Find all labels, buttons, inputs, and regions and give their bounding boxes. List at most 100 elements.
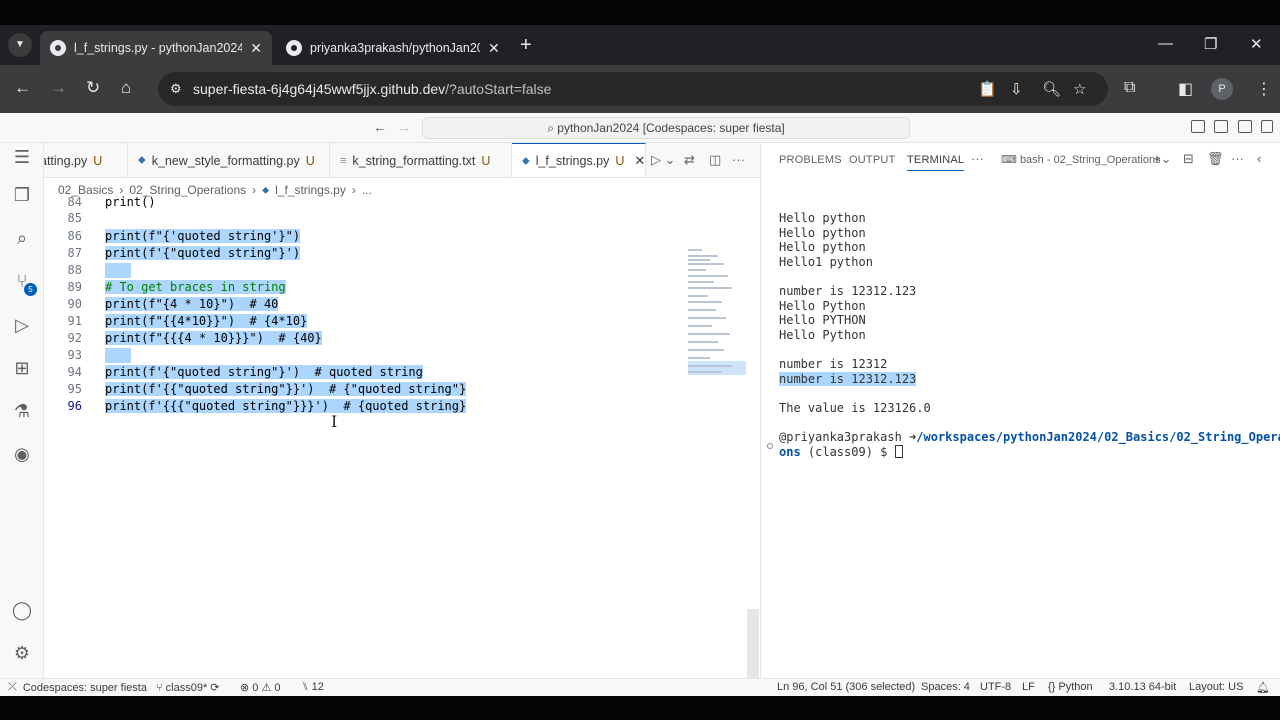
branch-icon: ⑂ [156, 682, 166, 694]
browser-tab[interactable]: priyanka3prakash/pythonJan20 ✕ [276, 31, 512, 65]
editor-tab-label: k_string_formatting.txt [352, 153, 476, 168]
breadcrumb-item[interactable]: l_f_strings.py [275, 183, 346, 197]
browser-tab-active[interactable]: l_f_strings.py - pythonJan2024 | ✕ [40, 31, 272, 65]
branch-indicator[interactable]: ⑂ class09* ⟳ [156, 681, 220, 694]
terminal-line: Hello python [779, 226, 866, 240]
terminal-icon: ⌨ [1001, 154, 1020, 166]
encoding[interactable]: UTF-8 [980, 681, 1011, 693]
search-icon[interactable]: ⌕ [10, 226, 34, 250]
restore-icon[interactable]: ❐ [1204, 35, 1217, 53]
more-views-icon[interactable]: ··· [971, 151, 984, 166]
run-file-icon[interactable]: ▷ ⌄ [651, 152, 676, 168]
code-line-selected [105, 263, 131, 278]
minimap-line [688, 249, 702, 251]
close-tab-icon[interactable]: ✕ [488, 40, 500, 57]
site-info-icon[interactable]: ⚙ [170, 81, 182, 97]
untracked-badge: U [93, 153, 103, 168]
zoom-icon[interactable]: 🔍︎ [1042, 80, 1061, 98]
language-mode[interactable]: {} Python [1048, 681, 1093, 693]
line-number: 86 [67, 229, 82, 243]
more-menu-icon[interactable]: ⋮ [1256, 79, 1272, 99]
command-center[interactable]: ⌕ pythonJan2024 [Codespaces: super fiest… [422, 117, 910, 139]
address-bar[interactable]: ⚙ super-fiesta-6j4g64j45wwf5jjx.github.d… [158, 72, 1108, 106]
forward-icon[interactable]: → [50, 78, 67, 98]
url-text[interactable]: super-fiesta-6j4g64j45wwf5jjx.github.dev… [193, 81, 551, 97]
install-app-icon[interactable]: ⇩ [1010, 80, 1023, 98]
tab-search-button[interactable]: ▼ [8, 33, 32, 57]
terminal-tab[interactable]: ⌨ bash - 02_String_Operations [1001, 153, 1161, 166]
github-icon[interactable]: ◉ [10, 442, 34, 466]
code-line-selected: print(f'{{"quoted string"}}') # {"quoted… [105, 382, 467, 396]
notifications-bell-icon[interactable]: 🔔︎ [1256, 681, 1270, 694]
keyboard-layout[interactable]: Layout: US [1189, 681, 1243, 693]
accounts-icon[interactable]: ◯ [10, 598, 34, 622]
extensions-icon[interactable]: ⧉ [1124, 79, 1135, 97]
ports-count: 12 [311, 681, 324, 693]
editor-tab[interactable]: atting.py U [44, 143, 128, 177]
toggle-secondary-sidebar-icon[interactable] [1238, 120, 1252, 133]
close-tab-icon[interactable]: ✕ [250, 40, 262, 57]
end-of-line[interactable]: LF [1022, 681, 1035, 693]
command-decoration-icon[interactable] [767, 443, 773, 449]
line-number: 87 [67, 246, 82, 260]
close-window-icon[interactable]: ✕ [1250, 35, 1263, 53]
settings-gear-icon[interactable]: ⚙ [10, 641, 34, 665]
minimize-icon[interactable]: — [1158, 35, 1173, 52]
new-terminal-icon[interactable]: +⌄ [1153, 151, 1171, 167]
terminal-panel: PROBLEMS OUTPUT TERMINAL ··· ⌨ bash - 02… [760, 143, 1280, 678]
editor-tab-active[interactable]: ⬥ l_f_strings.py U ✕ [512, 143, 646, 177]
problems-indicator[interactable]: ⊗ 0 ⚠ 0 [240, 681, 281, 694]
side-panel-icon[interactable]: ◧ [1178, 79, 1193, 99]
new-tab-button[interactable]: + [520, 35, 532, 55]
more-actions-icon[interactable]: ··· [1231, 151, 1244, 166]
compare-changes-icon[interactable]: ⇄ [684, 152, 695, 168]
nav-forward-icon[interactable]: → [397, 119, 411, 135]
tab-terminal[interactable]: TERMINAL [907, 154, 965, 171]
profile-avatar[interactable]: P [1211, 78, 1233, 100]
minimap-line [688, 259, 710, 261]
python-file-icon: ⬥ [262, 184, 270, 196]
breadcrumb-item[interactable]: ... [362, 183, 372, 197]
code-editor[interactable]: 84 85 86 87 88 89 90 91 92 93 94 95 96 p… [44, 195, 760, 719]
tab-output[interactable]: OUTPUT [849, 154, 895, 166]
minimap-line [688, 341, 718, 343]
clipboard-icon[interactable]: 📋 [978, 80, 997, 98]
split-editor-icon[interactable]: ◫ [709, 152, 721, 168]
kill-terminal-icon[interactable]: 🗑︎ [1207, 151, 1224, 167]
testing-icon[interactable]: ⚗ [10, 399, 34, 423]
run-debug-icon[interactable]: ▷ [10, 313, 34, 337]
line-number-current: 96 [67, 399, 82, 413]
more-actions-icon[interactable]: ··· [732, 152, 745, 167]
toggle-sidebar-icon[interactable] [1191, 120, 1205, 133]
menu-icon[interactable]: ☰ [10, 145, 34, 169]
github-icon [286, 40, 302, 56]
editor-tab[interactable]: ⬥ k_new_style_formatting.py U [128, 143, 330, 177]
python-interpreter[interactable]: 3.10.13 64-bit [1109, 681, 1176, 693]
remote-indicator[interactable]: ⤫ Codespaces: super fiesta [0, 679, 155, 696]
url-host: super-fiesta-6j4g64j45wwf5jjx.github.dev [193, 81, 446, 97]
customize-layout-icon[interactable] [1261, 120, 1273, 133]
error-count: 0 [252, 682, 259, 694]
explorer-icon[interactable]: ❐ [10, 183, 34, 207]
ports-indicator[interactable]: ⑊ 12 [302, 681, 324, 693]
split-terminal-icon[interactable]: ⊟ [1183, 151, 1194, 167]
collapse-panel-icon[interactable]: ‹ [1257, 151, 1261, 166]
cursor-position[interactable]: Ln 96, Col 51 (306 selected) [777, 681, 915, 693]
terminal-line: number is 12312.123 [779, 284, 917, 298]
extensions-icon[interactable]: ⊞ [10, 356, 34, 380]
indentation[interactable]: Spaces: 4 [921, 681, 970, 693]
code-line-selected [105, 348, 131, 363]
toggle-panel-icon[interactable] [1214, 120, 1228, 133]
editor-tab[interactable]: ≡ k_string_formatting.txt U [330, 143, 512, 177]
code-line-selected: print(f'{"quoted string"}') # quoted str… [105, 365, 423, 379]
minimap[interactable] [688, 247, 750, 377]
home-icon[interactable]: ⌂ [121, 78, 131, 98]
line-number: 84 [67, 195, 82, 209]
bookmark-star-icon[interactable]: ☆ [1073, 80, 1086, 98]
nav-back-icon[interactable]: ← [373, 119, 387, 135]
minimap-line [688, 263, 724, 265]
tab-problems[interactable]: PROBLEMS [779, 154, 842, 166]
close-tab-icon[interactable]: ✕ [634, 153, 645, 169]
back-icon[interactable]: ← [14, 78, 31, 98]
reload-icon[interactable]: ↻ [86, 78, 100, 98]
